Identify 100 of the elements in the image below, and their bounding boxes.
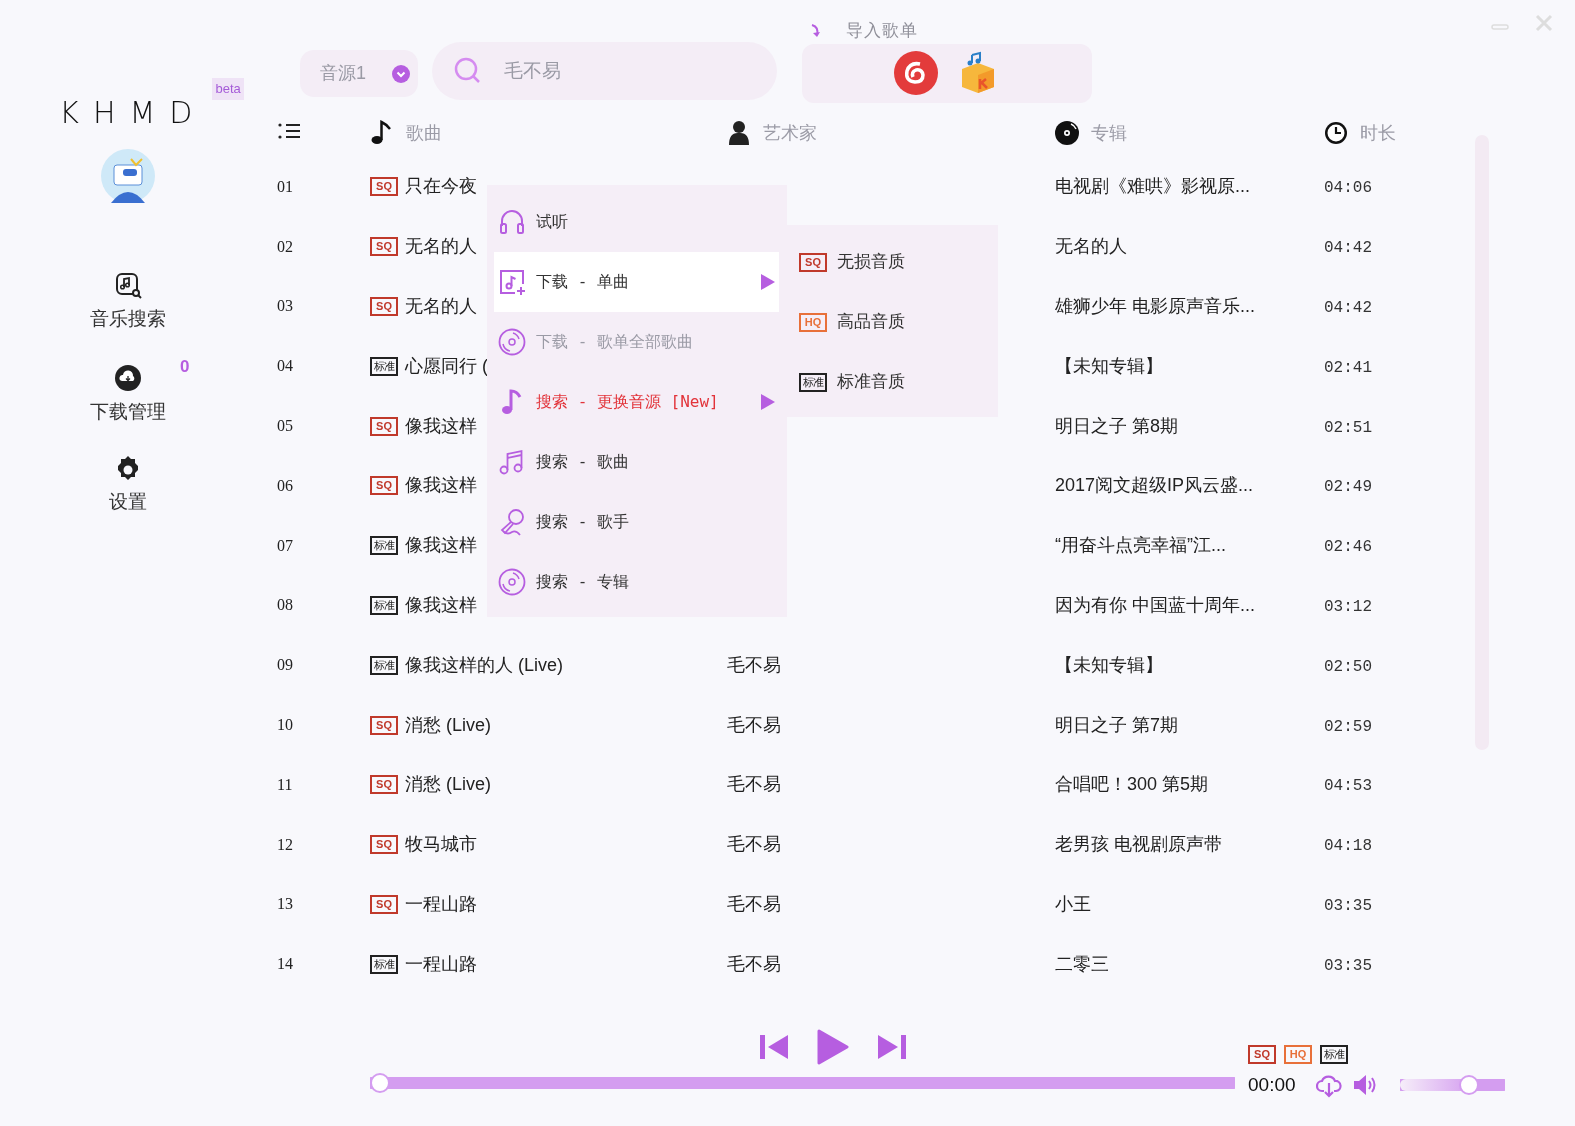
- sidebar-item[interactable]: 音乐搜索: [89, 271, 166, 334]
- disc-icon: [1055, 119, 1081, 148]
- cloud-download-icon[interactable]: [1315, 1072, 1342, 1099]
- row-number: 14: [277, 954, 294, 975]
- song-title: 像我这样: [405, 593, 477, 617]
- song-title: 像我这样: [405, 474, 477, 498]
- volume-thumb[interactable]: [1459, 1075, 1480, 1096]
- music-search-icon: [113, 271, 142, 301]
- menu-item[interactable]: 搜索 - 歌曲: [494, 432, 779, 492]
- album-name: 合唱吧！300 第5期: [1055, 774, 1209, 795]
- duration: 03:35: [1324, 896, 1372, 915]
- submenu-item[interactable]: SQ 无损音质: [794, 232, 910, 292]
- album-name: 明日之子 第8期: [1055, 415, 1178, 436]
- album-name: 【未知专辑】: [1055, 355, 1163, 376]
- beta-tag: beta: [212, 78, 244, 100]
- song-title: 消愁 (Live): [405, 713, 491, 737]
- row-number: 07: [277, 535, 294, 556]
- duration: 02:50: [1324, 657, 1372, 676]
- menu-item[interactable]: 搜索 - 更换音源 [New]: [494, 372, 779, 432]
- row-number: 08: [277, 595, 294, 616]
- quality-badge: 标准: [370, 536, 398, 556]
- artist-name: 毛不易: [727, 953, 781, 974]
- previous-icon: [759, 1033, 789, 1062]
- current-time: 00:00: [1248, 1072, 1296, 1097]
- album-name: “用奋斗点亮幸福”江...: [1055, 535, 1226, 556]
- music-add-icon: [498, 268, 526, 296]
- album-name: 明日之子 第7期: [1055, 714, 1178, 735]
- next-icon: [877, 1033, 907, 1062]
- album-name: 电视剧《难哄》影视原...: [1055, 176, 1250, 197]
- search-icon: [454, 57, 482, 85]
- quality-badge: 标准: [370, 356, 398, 376]
- row-number: 13: [277, 894, 294, 915]
- quality-badge: SQ: [370, 894, 398, 914]
- previous-button[interactable]: [759, 1033, 789, 1062]
- column-header: 歌曲: [406, 122, 442, 145]
- quality-badge: 标准: [370, 595, 398, 615]
- submenu-item[interactable]: 标准 标准音质: [794, 352, 910, 412]
- app-logo: KHMD: [59, 94, 207, 132]
- disc-icon: [498, 328, 526, 356]
- duration: 04:18: [1324, 837, 1372, 856]
- microphone-icon: [498, 508, 526, 536]
- next-button[interactable]: [877, 1033, 907, 1062]
- song-title: 一程山路: [405, 892, 477, 916]
- sidebar-item[interactable]: 下载管理: [89, 363, 166, 426]
- menu-item[interactable]: 搜索 - 专辑: [494, 552, 779, 612]
- duration: 03:12: [1324, 597, 1372, 616]
- album-name: 二零三: [1055, 953, 1109, 974]
- duration: 04:42: [1324, 239, 1372, 258]
- submenu-arrow-icon: [761, 274, 775, 290]
- quality-badge: SQ: [1248, 1045, 1276, 1065]
- quality-badge: SQ: [370, 297, 398, 316]
- quality-badge: SQ: [370, 715, 398, 735]
- duration: 02:59: [1324, 717, 1372, 736]
- quality-badge: SQ: [370, 416, 398, 436]
- menu-item[interactable]: 搜索 - 歌手: [494, 492, 779, 552]
- artist-name: 毛不易: [727, 834, 781, 855]
- song-title: 无名的人: [405, 235, 477, 259]
- speaker-icon[interactable]: [1351, 1073, 1378, 1098]
- song-title: 只在今夜: [405, 175, 477, 199]
- song-title: 消愁 (Live): [405, 773, 491, 797]
- spiral-logo-icon[interactable]: [894, 51, 938, 95]
- duration: 02:51: [1324, 418, 1372, 437]
- row-number: 01: [277, 176, 294, 197]
- quality-badge: 标准: [370, 954, 398, 974]
- progress-thumb[interactable]: [370, 1073, 390, 1094]
- row-number: 03: [277, 296, 294, 317]
- album-name: 小王: [1055, 893, 1091, 914]
- album-name: 雄狮少年 电影原声音乐...: [1055, 296, 1255, 316]
- song-title: 像我这样: [405, 534, 477, 558]
- sidebar-item[interactable]: 设置: [108, 454, 147, 517]
- duration: 02:46: [1324, 538, 1372, 557]
- row-number: 09: [277, 655, 294, 676]
- row-number: 12: [277, 834, 294, 855]
- headphones-icon: [498, 208, 526, 236]
- album-name: 因为有你 中国蓝十周年...: [1055, 594, 1255, 615]
- download-count: 0: [180, 356, 190, 378]
- row-number: 04: [277, 356, 294, 377]
- quality-badge: SQ: [370, 237, 398, 257]
- play-icon: [817, 1029, 849, 1066]
- row-number: 05: [277, 416, 294, 437]
- song-title: 像我这样的人 (Live): [405, 653, 563, 677]
- submenu-item[interactable]: HQ 高品音质: [794, 292, 910, 352]
- column-header: 时长: [1360, 122, 1396, 145]
- duration: 02:49: [1324, 478, 1372, 497]
- menu-item[interactable]: 下载 - 单曲: [494, 252, 779, 312]
- quality-badge: SQ: [370, 476, 398, 496]
- quality-badge: 标准: [370, 655, 398, 675]
- row-number: 10: [277, 715, 294, 736]
- duration: 03:35: [1324, 956, 1372, 975]
- menu-item[interactable]: 试听: [494, 192, 779, 252]
- row-number: 02: [277, 236, 294, 257]
- song-title: 牧马城市: [405, 833, 477, 857]
- quality-badge: SQ: [370, 177, 398, 197]
- album-name: 无名的人: [1055, 236, 1127, 257]
- play-button[interactable]: [817, 1029, 849, 1066]
- cloud-download-icon: [113, 363, 142, 394]
- quality-badge: HQ: [799, 312, 827, 332]
- duration: 02:41: [1324, 358, 1372, 377]
- duration: 04:53: [1324, 777, 1372, 796]
- album-name: 2017阅文超级IP风云盛...: [1055, 475, 1254, 496]
